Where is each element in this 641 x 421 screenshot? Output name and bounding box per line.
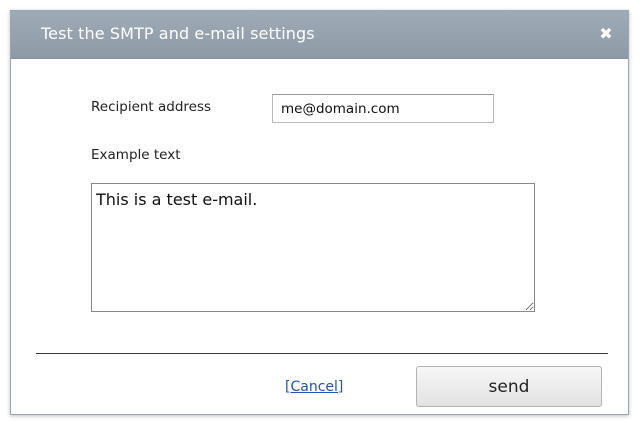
recipient-address-label: Recipient address — [91, 99, 212, 115]
send-button[interactable]: send — [416, 366, 602, 407]
close-icon[interactable]: ✖ — [598, 26, 614, 42]
screen: Test the SMTP and e-mail settings ✖ Reci… — [0, 0, 641, 421]
dialog-titlebar: Test the SMTP and e-mail settings ✖ — [11, 11, 628, 59]
recipient-address-input[interactable] — [272, 94, 494, 123]
smtp-test-dialog: Test the SMTP and e-mail settings ✖ Reci… — [10, 10, 629, 415]
example-text-label: Example text — [91, 147, 181, 163]
dialog-title: Test the SMTP and e-mail settings — [41, 24, 315, 43]
example-text-area[interactable]: This is a test e-mail. — [91, 183, 535, 312]
cancel-link[interactable]: [Cancel] — [285, 379, 343, 395]
footer-divider — [36, 353, 608, 354]
